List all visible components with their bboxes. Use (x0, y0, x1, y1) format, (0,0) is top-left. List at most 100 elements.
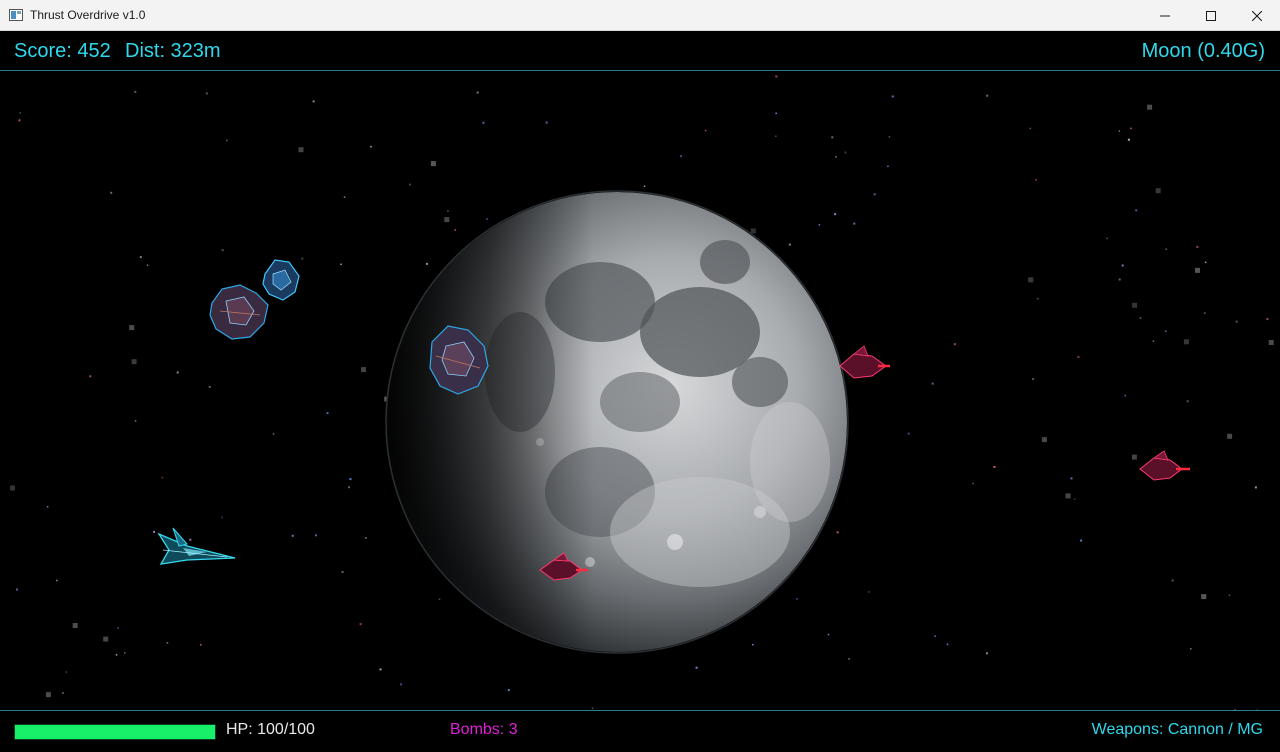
star (115, 654, 118, 656)
star (482, 121, 485, 124)
game-canvas[interactable]: Score: 452 Dist: 323m Moon (0.40G) HP: 1… (0, 31, 1280, 752)
star (853, 222, 856, 225)
star (1135, 209, 1138, 212)
star (400, 683, 402, 686)
planet-gravity-label: Moon (0.40G) (1141, 40, 1265, 62)
star (134, 420, 137, 422)
star (1228, 594, 1231, 597)
maximize-icon (1206, 10, 1216, 21)
star (62, 692, 64, 694)
star (146, 264, 149, 266)
moon-planet (385, 190, 849, 654)
star (887, 165, 889, 168)
star (953, 343, 956, 346)
star (873, 193, 876, 196)
star (430, 161, 436, 167)
star (221, 516, 223, 519)
minimize-button[interactable] (1142, 0, 1188, 31)
star (888, 136, 891, 138)
hud-top-bar: Score: 452 Dist: 323m Moon (0.40G) (0, 31, 1280, 71)
star (46, 506, 49, 508)
hp-bar (14, 724, 216, 740)
close-button[interactable] (1234, 0, 1280, 31)
star (831, 136, 834, 139)
star (340, 263, 342, 266)
star (221, 249, 224, 252)
star (1227, 433, 1233, 439)
asteroid (262, 259, 300, 301)
minimize-icon (1160, 15, 1170, 16)
star (844, 151, 847, 154)
star (836, 531, 839, 534)
star (45, 692, 51, 698)
star (1165, 248, 1167, 250)
star (1190, 648, 1192, 650)
star (1118, 278, 1121, 281)
hp-bar-fill (15, 725, 215, 739)
star (486, 218, 488, 220)
star (408, 183, 411, 186)
star (56, 579, 58, 582)
star (129, 325, 135, 331)
star (1035, 179, 1037, 181)
star (1201, 594, 1207, 600)
star (103, 636, 109, 642)
star (361, 367, 366, 373)
star (110, 191, 113, 194)
star (680, 155, 682, 158)
star (695, 666, 698, 669)
star (946, 643, 949, 646)
star (931, 382, 934, 385)
star (1077, 356, 1080, 358)
window-titlebar: Thrust Overdrive v1.0 (0, 0, 1280, 31)
star (16, 588, 18, 591)
star (1121, 264, 1124, 267)
star (326, 412, 329, 415)
star (1132, 302, 1138, 308)
star (65, 671, 68, 673)
star (131, 359, 137, 365)
star (1196, 245, 1199, 248)
star (314, 534, 317, 537)
star (643, 185, 646, 187)
window-title: Thrust Overdrive v1.0 (30, 8, 146, 22)
hud-bottom-bar: HP: 100/100 Bombs: 3 Weapons: Cannon / M… (0, 710, 1280, 752)
enemy-fighter (1139, 450, 1190, 481)
star (1254, 486, 1257, 489)
star (1204, 312, 1206, 314)
star (124, 652, 126, 654)
star (507, 689, 510, 692)
star (775, 75, 778, 78)
star (1235, 320, 1238, 323)
star (18, 119, 21, 122)
star (89, 375, 92, 378)
star (775, 135, 777, 137)
star (827, 633, 830, 636)
star (1106, 237, 1108, 240)
bombs-readout: Bombs: 3 (450, 721, 518, 738)
star (10, 485, 15, 491)
star (1073, 498, 1076, 500)
star (200, 644, 202, 646)
star (134, 90, 137, 93)
star (1131, 454, 1137, 460)
star (291, 534, 294, 537)
star (1152, 340, 1155, 342)
star (704, 129, 707, 132)
star (301, 257, 304, 260)
star (226, 139, 228, 142)
star (364, 537, 367, 539)
star (272, 433, 275, 435)
star (907, 432, 910, 435)
star (19, 112, 21, 114)
app-icon (9, 9, 23, 21)
star (891, 95, 894, 98)
star (934, 635, 936, 637)
distance-readout: Dist: 323m (125, 40, 221, 62)
maximize-button[interactable] (1188, 0, 1234, 31)
star (868, 591, 870, 593)
star (752, 643, 754, 646)
star (834, 213, 837, 216)
star (1028, 277, 1034, 283)
star (1065, 493, 1071, 499)
